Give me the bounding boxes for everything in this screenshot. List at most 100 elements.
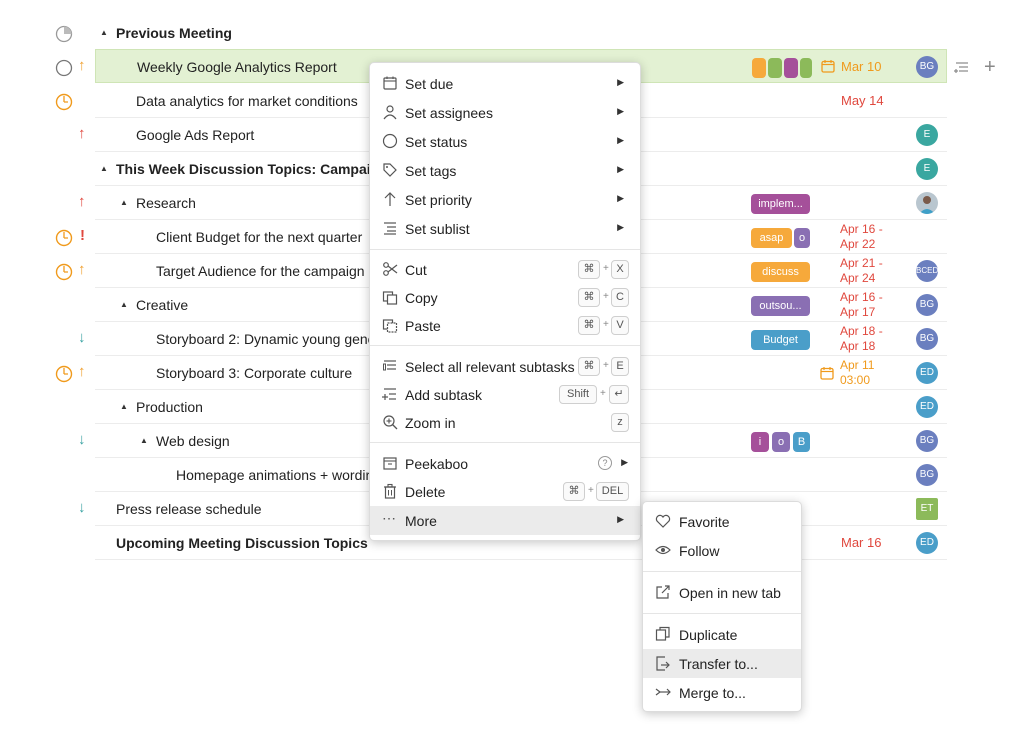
menu-item-set-assignees[interactable]: Set assignees ▶ <box>370 98 640 127</box>
menu-item-copy[interactable]: Copy ⌘ + C <box>370 283 640 312</box>
submenu-arrow-icon: ▶ <box>617 164 624 174</box>
menu-item-set-sublist[interactable]: Set sublist ▶ <box>370 214 640 243</box>
avatar[interactable]: ET <box>916 498 938 520</box>
due-date[interactable]: Mar 10 <box>841 59 881 74</box>
priority-up-icon[interactable]: ↑ <box>78 262 86 278</box>
status-progress-icon[interactable] <box>55 93 73 111</box>
due-date-start[interactable]: Apr 16 - <box>840 290 883 305</box>
avatar[interactable]: BG <box>916 328 938 350</box>
due-date-end[interactable]: Apr 22 <box>840 237 875 252</box>
due-date-start[interactable]: Apr 16 - <box>840 222 883 237</box>
tag-chip[interactable]: asap <box>751 228 792 248</box>
avatar[interactable]: BG <box>916 464 938 486</box>
tag-chip[interactable] <box>800 58 812 78</box>
tag-chip[interactable]: o <box>772 432 790 452</box>
tag-chip[interactable]: o <box>794 228 810 248</box>
collapse-triangle-icon[interactable]: ▲ <box>120 198 128 207</box>
menu-item-peekaboo[interactable]: Peekaboo ? ▶ <box>370 449 640 478</box>
collapse-triangle-icon[interactable]: ▲ <box>120 300 128 309</box>
menu-item-merge[interactable]: Merge to... <box>643 678 801 707</box>
context-menu: Set due ▶ Set assignees ▶ Set status ▶ S… <box>369 62 641 541</box>
menu-item-add-subtask[interactable]: Add subtask Shift + ↵ <box>370 380 640 409</box>
tag-chip[interactable]: implem... <box>751 194 810 214</box>
priority-up-icon[interactable]: ↑ <box>78 194 86 210</box>
status-circle-icon[interactable] <box>55 59 73 77</box>
menu-item-set-due[interactable]: Set due ▶ <box>370 69 640 98</box>
menu-item-select-all-subtasks[interactable]: Select all relevant subtasks ⌘ + E <box>370 352 640 381</box>
menu-item-set-priority[interactable]: Set priority ▶ <box>370 185 640 214</box>
due-date[interactable]: Apr 11 <box>840 358 874 373</box>
collapse-triangle-icon[interactable]: ▲ <box>120 402 128 411</box>
submenu-arrow-icon: ▶ <box>617 77 624 87</box>
tag-chip[interactable]: i <box>751 432 769 452</box>
add-icon[interactable]: + <box>984 57 996 77</box>
menu-item-paste[interactable]: Paste ⌘ + V <box>370 311 640 340</box>
priority-urgent-icon[interactable]: ! <box>80 228 85 244</box>
tag-chip[interactable]: discuss <box>751 262 810 282</box>
tag-chip[interactable]: Budget <box>751 330 810 350</box>
menu-item-set-status[interactable]: Set status ▶ <box>370 127 640 156</box>
menu-item-delete[interactable]: Delete ⌘ + DEL <box>370 477 640 506</box>
menu-divider <box>643 571 801 572</box>
due-date-end[interactable]: Apr 18 <box>840 339 875 354</box>
due-date[interactable]: May 14 <box>841 93 884 108</box>
avatar[interactable]: BG <box>916 294 938 316</box>
priority-down-icon[interactable]: ↓ <box>78 500 86 516</box>
priority-up-icon[interactable]: ↑ <box>78 364 86 380</box>
task-title: Homepage animations + wordir <box>176 467 371 483</box>
tag-chip[interactable]: outsou... <box>751 296 810 316</box>
group-row[interactable]: ▲ Previous Meeting <box>95 16 947 50</box>
due-date-start[interactable]: Apr 18 - <box>840 324 883 339</box>
tag-chip[interactable]: B <box>793 432 810 452</box>
menu-item-cut[interactable]: Cut ⌘ + X <box>370 255 640 284</box>
tag-chip[interactable] <box>752 58 766 78</box>
collapse-triangle-icon[interactable]: ▲ <box>100 164 108 173</box>
priority-down-icon[interactable]: ↓ <box>78 432 86 448</box>
menu-item-more[interactable]: ⋯ More ▶ <box>370 506 640 535</box>
add-subtask-icon[interactable] <box>954 59 970 75</box>
menu-item-set-tags[interactable]: Set tags ▶ <box>370 156 640 185</box>
avatar[interactable]: BG <box>916 56 938 78</box>
due-date[interactable]: Mar 16 <box>841 535 881 550</box>
priority-up-icon[interactable]: ↑ <box>78 58 86 74</box>
menu-item-label: Favorite <box>679 514 730 530</box>
avatar[interactable]: ED <box>916 532 938 554</box>
menu-item-duplicate[interactable]: Duplicate <box>643 620 801 649</box>
help-icon[interactable]: ? <box>598 456 612 470</box>
menu-item-transfer[interactable]: Transfer to... <box>643 649 801 678</box>
collapse-triangle-icon[interactable]: ▲ <box>140 436 148 445</box>
avatar[interactable] <box>916 192 938 214</box>
status-progress-icon[interactable] <box>55 365 73 383</box>
priority-down-icon[interactable]: ↓ <box>78 330 86 346</box>
task-title: Storyboard 3: Corporate culture <box>156 365 353 381</box>
scissors-icon <box>382 261 398 277</box>
due-date-start[interactable]: Apr 21 - <box>840 256 883 271</box>
menu-item-zoom-in[interactable]: Zoom in z <box>370 408 640 437</box>
collapse-triangle-icon[interactable]: ▲ <box>100 28 108 37</box>
due-date-end[interactable]: Apr 17 <box>840 305 875 320</box>
menu-item-follow[interactable]: Follow <box>643 536 801 565</box>
avatar[interactable]: BG <box>916 430 938 452</box>
menu-item-open-new-tab[interactable]: Open in new tab <box>643 578 801 607</box>
avatar[interactable]: ED <box>916 396 938 418</box>
menu-item-label: Select all relevant subtasks <box>405 359 575 375</box>
avatar[interactable]: E <box>916 124 938 146</box>
status-progress-icon[interactable] <box>55 229 73 247</box>
due-calendar-icon <box>821 59 835 73</box>
menu-item-label: Peekaboo <box>405 456 469 472</box>
avatar[interactable]: E <box>916 158 938 180</box>
menu-item-favorite[interactable]: Favorite <box>643 507 801 536</box>
tag-chip[interactable] <box>784 58 798 78</box>
priority-up-icon[interactable]: ↑ <box>78 126 86 142</box>
avatar[interactable]: ED <box>916 362 938 384</box>
menu-item-label: Add subtask <box>405 387 483 403</box>
task-title: Google Ads Report <box>136 127 255 143</box>
status-icon[interactable] <box>55 25 73 43</box>
tag-chip[interactable] <box>768 58 782 78</box>
status-progress-icon[interactable] <box>55 263 73 281</box>
due-date-end[interactable]: Apr 24 <box>840 271 875 286</box>
avatar[interactable]: BCED <box>916 260 938 282</box>
due-time[interactable]: 03:00 <box>840 373 870 388</box>
transfer-icon <box>655 655 671 671</box>
task-title: Weekly Google Analytics Report <box>137 59 337 75</box>
